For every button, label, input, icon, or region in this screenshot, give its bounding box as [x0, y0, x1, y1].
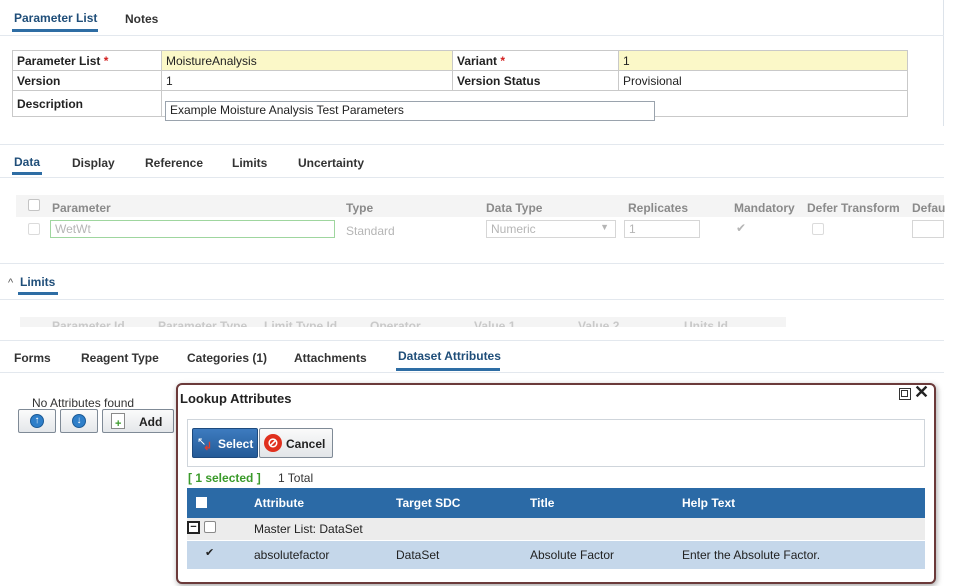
col-target-sdc[interactable]: Target SDC [396, 496, 460, 510]
cell-help-text: Enter the Absolute Factor. [682, 548, 821, 562]
defer-transform-checkbox[interactable] [812, 223, 824, 235]
version-value: 1 [161, 70, 453, 91]
cell-title: Absolute Factor [530, 548, 615, 562]
lookup-attributes-dialog: Lookup Attributes ✕ ↖ ↲ Select ⊘ Cancel … [176, 382, 936, 584]
dialog-title: Lookup Attributes [180, 391, 292, 406]
col-mandatory[interactable]: Mandatory [734, 201, 795, 215]
col-attribute[interactable]: Attribute [254, 496, 304, 510]
col-data-type[interactable]: Data Type [486, 201, 542, 215]
variant-field[interactable]: 1 [618, 50, 908, 71]
col-parameter[interactable]: Parameter [52, 201, 111, 215]
cancel-button[interactable]: ⊘ Cancel [259, 428, 333, 458]
table-row[interactable]: ✔ absolutefactor DataSet Absolute Factor… [187, 541, 925, 569]
grid-header-row [16, 195, 944, 217]
cell-target-sdc: DataSet [396, 548, 440, 562]
tab-underline [12, 172, 42, 175]
add-button[interactable]: + Add [102, 409, 174, 433]
type-value: Standard [346, 224, 395, 238]
col-defer-transform[interactable]: Defer Transform [807, 201, 900, 215]
mandatory-checkbox[interactable]: ✔ [736, 221, 746, 235]
parameter-list-panel: Parameter List Notes Parameter List * Mo… [0, 0, 944, 126]
description-field[interactable]: Example Moisture Analysis Test Parameter… [165, 101, 655, 121]
col-parameter-type[interactable]: Parameter Type [158, 319, 247, 327]
total-count: 1 Total [278, 471, 314, 485]
empty-attributes-text: No Attributes found [32, 396, 135, 410]
tab-underline [12, 29, 98, 32]
dialog-toolbar: ↖ ↲ Select ⊘ Cancel [187, 419, 925, 467]
section-divider [0, 299, 944, 300]
tab-uncertainty[interactable]: Uncertainty [298, 156, 364, 170]
selected-count: [ 1 selected ] [188, 471, 261, 485]
move-up-button[interactable]: ↑ [18, 409, 56, 433]
select-return-icon: ↲ [203, 441, 213, 453]
row-checkbox-checked[interactable]: ✔ [205, 546, 214, 559]
group-row: − Master List: DataSet [187, 518, 925, 540]
select-all-checkbox[interactable] [28, 199, 40, 211]
variant-label: Variant * [452, 50, 619, 71]
tab-divider [0, 35, 944, 36]
tab-reference[interactable]: Reference [145, 156, 203, 170]
default-input[interactable] [912, 220, 944, 238]
data-type-select[interactable]: Numeric ▼ [486, 220, 616, 238]
close-icon[interactable]: ✕ [914, 382, 929, 403]
collapse-group-icon[interactable]: − [187, 521, 200, 534]
parameter-input[interactable]: WetWt [50, 220, 335, 238]
group-checkbox[interactable] [204, 521, 216, 533]
group-label: Master List: DataSet [254, 522, 363, 536]
add-label: Add [139, 415, 163, 429]
col-operator[interactable]: Operator [370, 319, 421, 327]
move-down-button[interactable]: ↓ [60, 409, 98, 433]
tab-parameter-list[interactable]: Parameter List [14, 11, 97, 25]
row-checkbox[interactable] [28, 223, 40, 235]
maximize-icon[interactable] [899, 388, 911, 400]
col-replicates[interactable]: Replicates [628, 201, 688, 215]
version-status-value: Provisional [618, 70, 908, 91]
tab-divider [0, 372, 944, 373]
parameter-list-field[interactable]: MoistureAnalysis [161, 50, 453, 71]
cell-attribute: absolutefactor [254, 548, 330, 562]
limits-panel: ^ Limits Parameter Id Parameter Type Lim… [0, 263, 944, 335]
col-value-2[interactable]: Value 2 [578, 319, 619, 327]
tab-notes[interactable]: Notes [125, 12, 158, 26]
tab-categories[interactable]: Categories (1) [187, 351, 267, 365]
col-parameter-id[interactable]: Parameter Id [52, 319, 125, 327]
col-limit-type-id[interactable]: Limit Type Id [264, 319, 337, 327]
tab-attachments[interactable]: Attachments [294, 351, 367, 365]
description-label: Description [12, 90, 162, 117]
col-value-1[interactable]: Value 1 [474, 319, 515, 327]
col-default[interactable]: Defau [912, 201, 945, 215]
version-status-label: Version Status [452, 70, 619, 91]
arrow-down-icon: ↓ [72, 414, 86, 428]
select-button[interactable]: ↖ ↲ Select [192, 428, 258, 458]
cancel-icon: ⊘ [264, 434, 282, 452]
cancel-label: Cancel [286, 437, 326, 451]
parameter-list-label: Parameter List * [12, 50, 162, 71]
version-label: Version [12, 70, 162, 91]
replicates-input[interactable]: 1 [624, 220, 700, 238]
limits-grid-header: Parameter Id Parameter Type Limit Type I… [20, 317, 786, 327]
arrow-up-icon: ↑ [30, 414, 44, 428]
data-panel: Data Display Reference Limits Uncertaint… [0, 144, 945, 252]
select-all-checkbox[interactable] [196, 497, 207, 508]
tab-forms[interactable]: Forms [14, 351, 51, 365]
tab-underline [18, 292, 58, 295]
tab-data[interactable]: Data [14, 155, 40, 169]
tab-dataset-attributes[interactable]: Dataset Attributes [398, 349, 501, 363]
tab-underline [396, 368, 500, 371]
col-help-text[interactable]: Help Text [682, 496, 735, 510]
tab-display[interactable]: Display [72, 156, 115, 170]
tab-limits[interactable]: Limits [232, 156, 267, 170]
col-type[interactable]: Type [346, 201, 373, 215]
add-row-icon: + [111, 413, 125, 430]
limits-title[interactable]: Limits [20, 275, 55, 289]
tab-divider [0, 177, 944, 178]
lookup-table-header: Attribute Target SDC Title Help Text [187, 488, 925, 518]
tab-reagent-type[interactable]: Reagent Type [81, 351, 159, 365]
col-units-id[interactable]: Units Id [684, 319, 728, 327]
col-title[interactable]: Title [530, 496, 554, 510]
collapse-chevron-icon[interactable]: ^ [8, 277, 13, 289]
select-label: Select [218, 437, 254, 451]
chevron-down-icon: ▼ [600, 222, 609, 232]
